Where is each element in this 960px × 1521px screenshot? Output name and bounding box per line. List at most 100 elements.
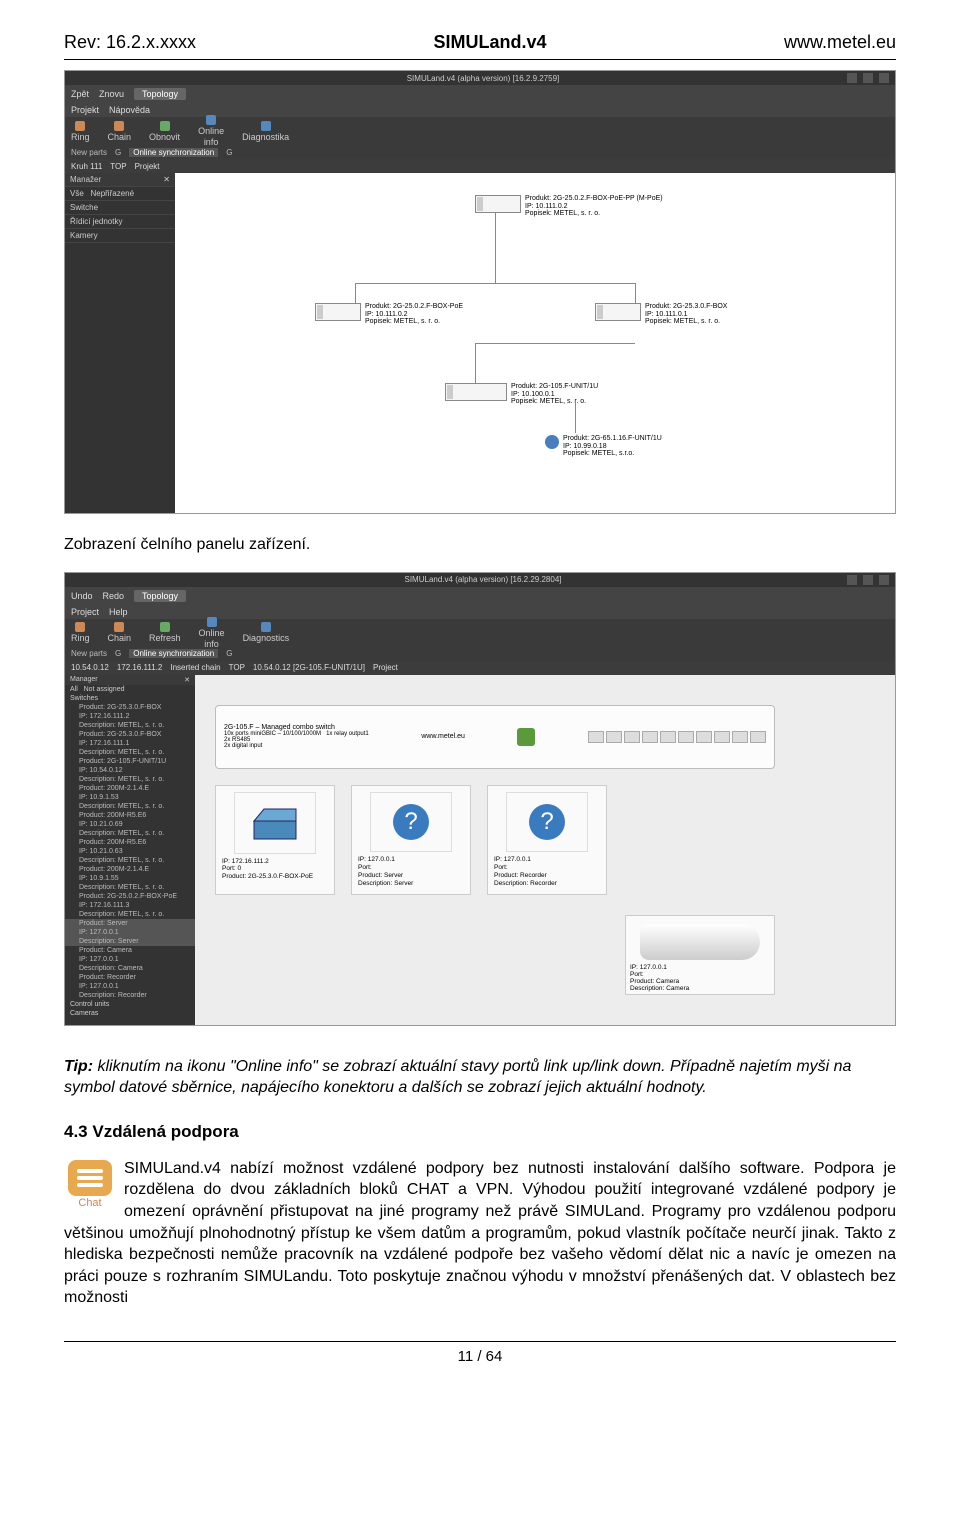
sidebar-item[interactable]: Product: 200M-R5.E6 — [65, 838, 195, 847]
sidebar-item[interactable]: Control units — [65, 1000, 195, 1009]
sidebar-item[interactable]: IP: 172.16.111.1 — [65, 739, 195, 748]
sidebar-item[interactable]: Product: 2G-25.3.0.F-BOX — [65, 730, 195, 739]
sidebar-item[interactable]: IP: 127.0.0.1 — [65, 928, 195, 937]
redo-button[interactable]: Redo — [103, 591, 125, 601]
sync-button[interactable]: Online synchronization — [129, 649, 218, 658]
sidebar-item[interactable]: Cameras — [65, 1009, 195, 1018]
newparts-button[interactable]: New parts — [71, 649, 107, 658]
topology-node[interactable]: Produkt: 2G-25.0.2.F-BOX-PoE-PP (M-PoE)I… — [475, 195, 663, 218]
sidebar-item[interactable]: Product: Camera — [65, 946, 195, 955]
sidebar-item[interactable]: Description: METEL, s. r. o. — [65, 856, 195, 865]
caption: Zobrazení čelního panelu zařízení. — [64, 534, 896, 556]
page-title: SIMULand.v4 — [433, 32, 546, 53]
window-title: SIMULand.v4 (alpha version) [16.2.29.280… — [125, 575, 841, 584]
chain-button[interactable]: Chain — [108, 622, 132, 643]
tip-text: Tip: kliknutím na ikonu "Online info" se… — [64, 1056, 896, 1099]
sidebar-item[interactable]: Switche — [65, 201, 175, 215]
sidebar-item[interactable]: Product: 2G-25.0.2.F-BOX-PoE — [65, 892, 195, 901]
sidebar-item[interactable]: IP: 127.0.0.1 — [65, 982, 195, 991]
topology-node[interactable]: Produkt: 2G-25.0.2.F-BOX-PoEIP: 10.111.0… — [315, 303, 463, 326]
sidebar-item[interactable]: Kamery — [65, 229, 175, 243]
window-title: SIMULand.v4 (alpha version) [16.2.9.2759… — [125, 74, 841, 83]
sync-button[interactable]: Online synchronization — [129, 148, 218, 157]
sidebar-item[interactable]: IP: 127.0.0.1 — [65, 955, 195, 964]
topology-node[interactable]: Produkt: 2G-105.F-UNIT/1UIP: 10.100.0.1P… — [445, 383, 598, 406]
connected-card-camera[interactable]: IP: 127.0.0.1Port:Product: CameraDescrip… — [625, 915, 775, 995]
sidebar-item[interactable]: Product: 200M-R5.E6 — [65, 811, 195, 820]
screenshot-topology: SIMULand.v4 (alpha version) [16.2.9.2759… — [64, 70, 896, 514]
min-icon[interactable] — [847, 73, 857, 83]
ring-button[interactable]: Ring — [71, 121, 90, 142]
online-button[interactable]: Onlineinfo — [198, 115, 224, 147]
refresh-button[interactable]: Refresh — [149, 622, 181, 643]
page-rev: Rev: 16.2.x.xxxx — [64, 32, 196, 53]
body-paragraph: SIMULand.v4 nabízí možnost vzdálené podp… — [64, 1158, 896, 1309]
sidebar-item[interactable]: IP: 10.9.1.55 — [65, 874, 195, 883]
min-icon[interactable] — [847, 575, 857, 585]
sidebar-item[interactable]: Description: METEL, s. r. o. — [65, 829, 195, 838]
page-footer: 11 / 64 — [64, 1341, 896, 1365]
sidebar-item[interactable]: Description: METEL, s. r. o. — [65, 775, 195, 784]
ring-button[interactable]: Ring — [71, 622, 90, 643]
sidebar-item[interactable]: Product: Recorder — [65, 973, 195, 982]
max-icon[interactable] — [863, 575, 873, 585]
topology-node[interactable]: Produkt: 2G-25.3.0.F-BOXIP: 10.111.0.1Po… — [595, 303, 727, 326]
sidebar-item[interactable]: Description: Camera — [65, 964, 195, 973]
undo-button[interactable]: Undo — [71, 591, 93, 601]
sidebar-item[interactable]: IP: 10.21.0.69 — [65, 820, 195, 829]
panel-canvas[interactable]: 2G-105.F – Managed combo switch 10x port… — [195, 675, 895, 1025]
close-icon[interactable] — [879, 575, 889, 585]
sidebar-item[interactable]: IP: 172.16.111.3 — [65, 901, 195, 910]
redo-button[interactable]: Znovu — [99, 89, 124, 99]
undo-button[interactable]: Zpět — [71, 89, 89, 99]
sidebar-manager: Manažer✕ Vše Nepřiřazené Switche Řídicí … — [65, 173, 175, 513]
sidebar-item[interactable]: IP: 10.54.0.12 — [65, 766, 195, 775]
connected-card[interactable]: ? IP: 127.0.0.1Port:Product: ServerDescr… — [351, 785, 471, 895]
sidebar-item[interactable]: Description: METEL, s. r. o. — [65, 910, 195, 919]
sidebar-item[interactable]: Description: METEL, s. r. o. — [65, 748, 195, 757]
tab-projekt[interactable]: Projekt — [71, 105, 99, 115]
chain-button[interactable]: Chain — [108, 121, 132, 142]
sidebar-item[interactable]: IP: 10.21.0.63 — [65, 847, 195, 856]
question-icon: ? — [393, 804, 429, 840]
sidebar-item[interactable]: IP: 10.9.1.53 — [65, 793, 195, 802]
device-front-panel: 2G-105.F – Managed combo switch 10x port… — [215, 705, 775, 769]
newparts-button[interactable]: New parts — [71, 148, 107, 157]
sidebar-item[interactable]: Řídicí jednotky — [65, 215, 175, 229]
sidebar-item[interactable]: Description: METEL, s. r. o. — [65, 883, 195, 892]
section-heading: 4.3 Vzdálená podpora — [64, 1121, 896, 1144]
tab-help[interactable]: Help — [109, 607, 128, 617]
sidebar-item[interactable]: Product: 2G-105.F-UNIT/1U — [65, 757, 195, 766]
question-icon: ? — [529, 804, 565, 840]
diag-button[interactable]: Diagnostics — [243, 622, 290, 643]
sidebar-item[interactable]: Description: Server — [65, 937, 195, 946]
max-icon[interactable] — [863, 73, 873, 83]
device-url: www.metel.eu — [421, 733, 465, 740]
online-button[interactable]: Onlineinfo — [199, 617, 225, 649]
sidebar-group[interactable]: Switches — [65, 694, 195, 703]
sidebar-item[interactable]: Product: 2G-25.3.0.F-BOX — [65, 703, 195, 712]
sidebar-item[interactable]: IP: 172.16.111.2 — [65, 712, 195, 721]
topology-canvas[interactable]: Produkt: 2G-25.0.2.F-BOX-PoE-PP (M-PoE)I… — [175, 173, 895, 513]
topology-node[interactable]: Produkt: 2G-65.1.16.F-UNIT/1UIP: 10.99.0… — [545, 435, 662, 458]
breadcrumb: 10.54.0.12172.16.111.2 Inserted chainTOP… — [65, 661, 895, 675]
connected-card[interactable]: IP: 172.16.111.2Port: 0Product: 2G-25.3.… — [215, 785, 335, 895]
tab-topology[interactable]: Topology — [134, 590, 186, 602]
chat-icon: Chat — [64, 1160, 116, 1211]
connected-card[interactable]: ? IP: 127.0.0.1Port:Product: RecorderDes… — [487, 785, 607, 895]
tab-help[interactable]: Nápověda — [109, 105, 150, 115]
tab-topology[interactable]: Topology — [134, 88, 186, 100]
sidebar-item[interactable]: Description: METEL, s. r. o. — [65, 802, 195, 811]
diag-button[interactable]: Diagnostika — [242, 121, 289, 142]
tab-project[interactable]: Project — [71, 607, 99, 617]
refresh-button[interactable]: Obnovit — [149, 121, 180, 142]
screenshot-panel: SIMULand.v4 (alpha version) [16.2.29.280… — [64, 572, 896, 1026]
sidebar-manager: Manager✕ All Not assigned Switches Produ… — [65, 675, 195, 1025]
close-icon[interactable] — [879, 73, 889, 83]
sidebar-item[interactable]: Description: Recorder — [65, 991, 195, 1000]
sidebar-item[interactable]: Product: 200M-2.1.4.E — [65, 784, 195, 793]
sidebar-item[interactable]: Product: 200M-2.1.4.E — [65, 865, 195, 874]
sidebar-item[interactable]: Description: METEL, s. r. o. — [65, 721, 195, 730]
sidebar-item[interactable]: Product: Server — [65, 919, 195, 928]
logo-icon — [517, 728, 535, 746]
